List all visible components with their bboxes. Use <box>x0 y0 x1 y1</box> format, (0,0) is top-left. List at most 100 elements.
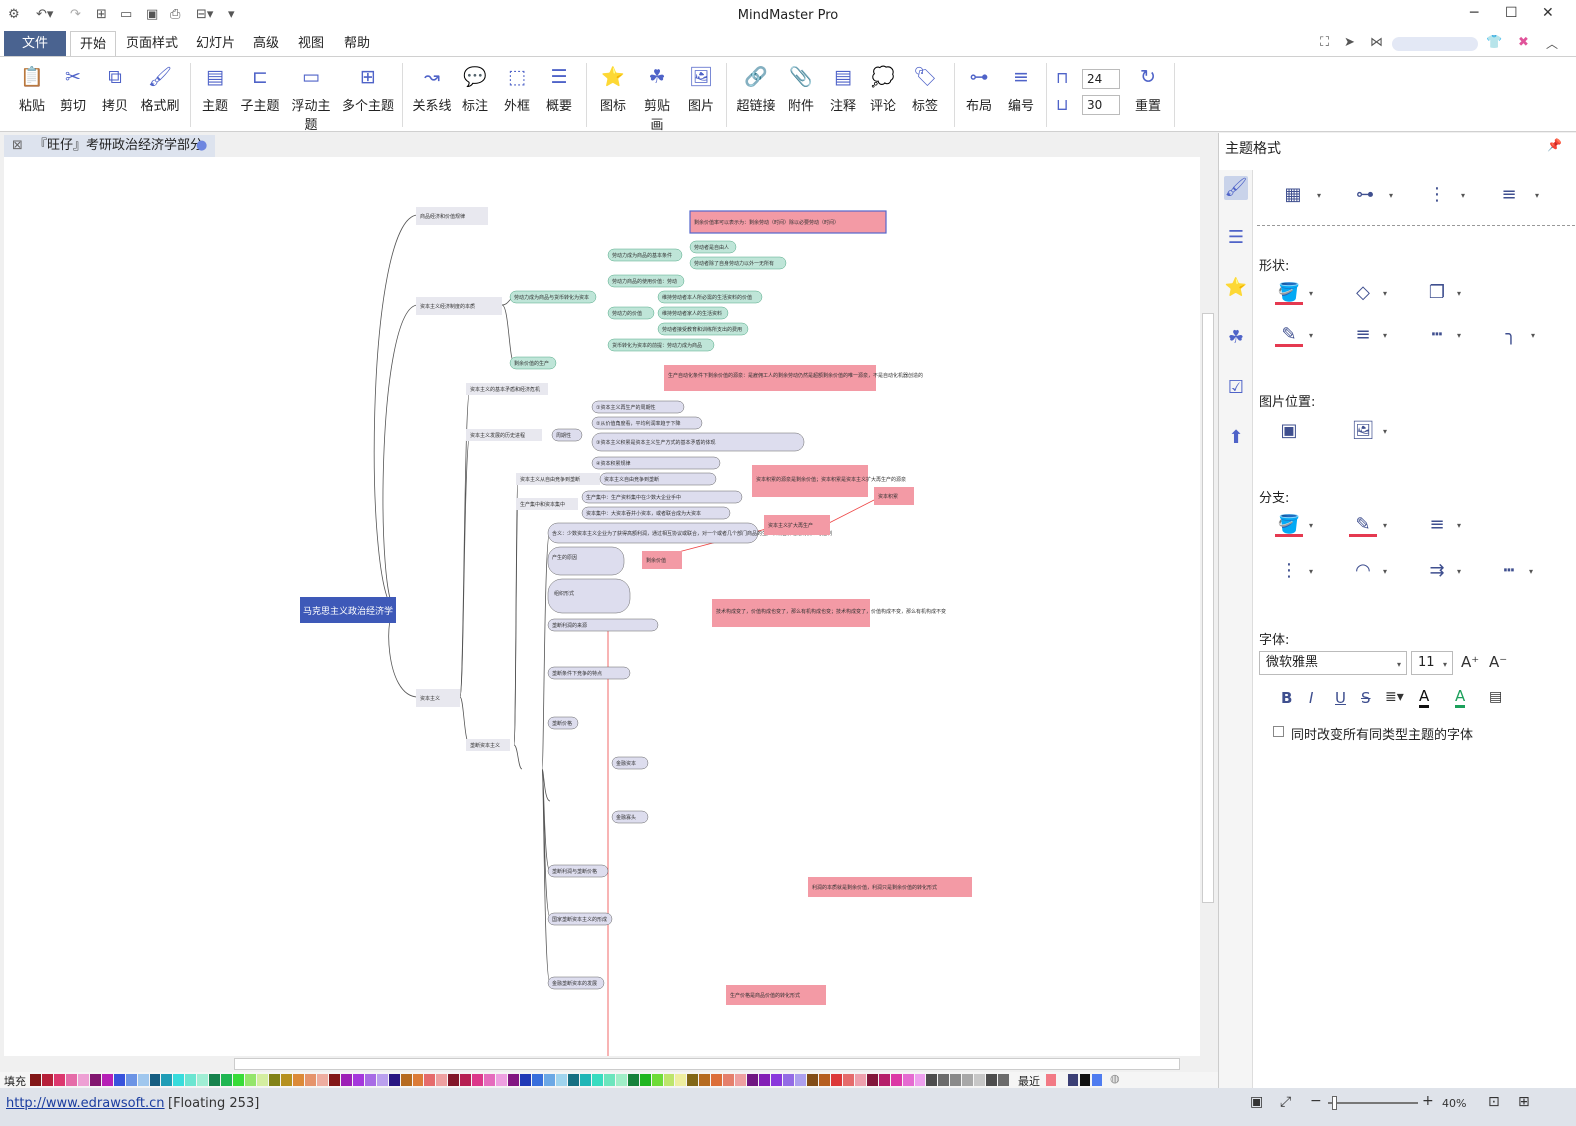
color-swatch[interactable] <box>424 1074 436 1086</box>
color-swatch[interactable] <box>842 1074 854 1086</box>
color-swatch[interactable] <box>567 1074 579 1086</box>
color-swatch[interactable] <box>53 1074 65 1086</box>
boundary-button[interactable]: ⬚ 外框 <box>502 65 532 114</box>
unsaved-dot-icon[interactable]: ● <box>196 135 207 157</box>
color-swatch[interactable] <box>759 1074 771 1086</box>
multiple-topics-button[interactable]: ⊞ 多个主题 <box>342 65 394 114</box>
color-swatch[interactable] <box>806 1074 818 1086</box>
task-check-icon[interactable]: ☑ <box>1224 376 1248 400</box>
file-menu-button[interactable]: 文件 <box>4 31 66 56</box>
theme-shirt-icon[interactable]: 👕 <box>1486 35 1502 50</box>
fullscreen-view-icon[interactable]: ⊞ <box>1518 1094 1530 1110</box>
color-swatch[interactable] <box>400 1074 412 1086</box>
color-swatch[interactable] <box>316 1074 328 1086</box>
color-swatch[interactable] <box>352 1074 364 1086</box>
color-swatch[interactable] <box>663 1074 675 1086</box>
color-swatches[interactable] <box>30 1074 1010 1086</box>
user-account-avatar[interactable] <box>1392 37 1478 51</box>
increase-font-icon[interactable]: A⁺ <box>1461 653 1479 671</box>
color-swatch[interactable] <box>866 1074 878 1086</box>
decrease-font-icon[interactable]: A⁻ <box>1489 653 1507 671</box>
relationship-button[interactable]: ↝ 关系线 <box>412 65 452 114</box>
tab-page-style[interactable]: 页面样式 <box>126 31 178 56</box>
color-swatch[interactable] <box>783 1074 794 1086</box>
horizontal-scroll-thumb[interactable] <box>234 1058 1180 1070</box>
color-swatch[interactable] <box>723 1074 735 1086</box>
color-swatch[interactable] <box>460 1074 472 1086</box>
color-swatch[interactable] <box>448 1074 460 1086</box>
actual-size-icon[interactable]: ⊡ <box>1488 1094 1500 1110</box>
color-swatch[interactable] <box>496 1074 508 1086</box>
color-swatch[interactable] <box>986 1074 998 1086</box>
color-swatch[interactable] <box>221 1074 233 1086</box>
color-swatch[interactable] <box>532 1074 543 1086</box>
color-swatch[interactable] <box>245 1074 257 1086</box>
zoom-out-icon[interactable]: − <box>1310 1093 1322 1109</box>
website-link[interactable]: http://www.edrawsoft.cn <box>6 1096 165 1111</box>
branch-line-color-icon[interactable]: ✎ <box>1349 513 1377 537</box>
color-swatch[interactable] <box>950 1074 962 1086</box>
horizontal-scrollbar[interactable] <box>4 1056 1200 1072</box>
color-swatch[interactable] <box>591 1074 603 1086</box>
color-swatch[interactable] <box>938 1074 950 1086</box>
color-swatch[interactable] <box>675 1074 687 1086</box>
fit-page-icon[interactable]: ▣ <box>1250 1094 1263 1110</box>
color-swatch[interactable] <box>281 1074 292 1086</box>
image-left-icon[interactable]: ▣ <box>1275 419 1303 443</box>
branch-fill-icon[interactable]: 🪣 <box>1275 513 1303 537</box>
color-swatch[interactable] <box>795 1074 806 1086</box>
horizontal-spacing-input[interactable]: 24 <box>1082 69 1120 89</box>
color-swatch[interactable] <box>173 1074 185 1086</box>
color-swatch[interactable] <box>388 1074 400 1086</box>
shadow-icon[interactable]: ❐ <box>1423 281 1451 305</box>
branch-arrow-icon[interactable]: ⇉ <box>1423 559 1451 583</box>
border-weight-icon[interactable]: ≡ <box>1349 323 1377 347</box>
color-swatch[interactable] <box>771 1074 783 1086</box>
color-swatch[interactable] <box>687 1074 699 1086</box>
color-swatch[interactable] <box>436 1074 448 1086</box>
text-box-icon[interactable]: ▤ <box>1489 689 1502 705</box>
document-tab[interactable]: ⊠ 『旺仔』考研政治经济学部分 ● <box>4 135 215 157</box>
corner-style-icon[interactable]: ╮ <box>1497 323 1525 347</box>
icon-button[interactable]: ⭐ 图标 <box>598 65 628 114</box>
image-button[interactable]: 🖼 图片 <box>686 65 716 114</box>
color-swatch[interactable] <box>651 1074 663 1086</box>
branch-line-weight-icon[interactable]: ≡ <box>1423 513 1451 537</box>
highlight-color-icon[interactable]: A <box>1419 687 1430 708</box>
summary-button[interactable]: ☰ 概要 <box>544 65 574 114</box>
color-swatch[interactable] <box>125 1074 137 1086</box>
color-swatch[interactable] <box>257 1074 269 1086</box>
color-swatch[interactable] <box>101 1074 113 1086</box>
numbered-list-icon[interactable]: ≡ <box>1495 183 1523 207</box>
reset-button[interactable]: ↻ 重置 <box>1134 65 1162 114</box>
minimize-icon[interactable]: ─ <box>1470 5 1478 21</box>
outline-list-icon[interactable]: ☰ <box>1224 226 1248 250</box>
maximize-icon[interactable]: ☐ <box>1505 5 1518 21</box>
share-icon[interactable]: ⋈ <box>1370 35 1383 50</box>
color-swatch[interactable] <box>376 1074 388 1086</box>
tag-button[interactable]: 🏷 标签 <box>910 65 940 114</box>
numbering-button[interactable]: ≡ 编号 <box>1006 65 1036 114</box>
close-icon[interactable]: ✕ <box>1542 5 1554 21</box>
tab-start[interactable]: 开始 <box>70 31 117 56</box>
color-swatch[interactable] <box>914 1074 926 1086</box>
color-swatch[interactable] <box>998 1074 1010 1086</box>
color-swatch[interactable] <box>508 1074 520 1086</box>
color-swatch[interactable] <box>699 1074 711 1086</box>
mindmap-canvas[interactable]: 马克思主义政治经济学 商品经济和价值规律 资本主义经济制度的本质 资本主义 劳动… <box>4 157 1200 1056</box>
zoom-slider[interactable] <box>1328 1102 1418 1104</box>
branch-dash-icon[interactable]: ┅ <box>1495 559 1523 583</box>
color-swatch[interactable] <box>209 1074 221 1086</box>
slide-export-icon[interactable]: ⬆ <box>1224 426 1248 450</box>
collapse-ribbon-icon[interactable]: ︿ <box>1546 35 1558 52</box>
tab-advanced[interactable]: 高级 <box>253 31 279 56</box>
pin-panel-icon[interactable]: 📌 <box>1547 138 1562 152</box>
color-swatch[interactable] <box>627 1074 639 1086</box>
color-swatch[interactable] <box>579 1074 591 1086</box>
color-swatch[interactable] <box>113 1074 125 1086</box>
fit-width-icon[interactable]: ⤢ <box>1280 1094 1291 1110</box>
fullscreen-icon[interactable]: ⛶ <box>1320 35 1329 50</box>
shape-style-icon[interactable]: ◇ <box>1349 281 1377 305</box>
color-swatch[interactable] <box>902 1074 914 1086</box>
recent-swatch[interactable] <box>1092 1074 1102 1086</box>
